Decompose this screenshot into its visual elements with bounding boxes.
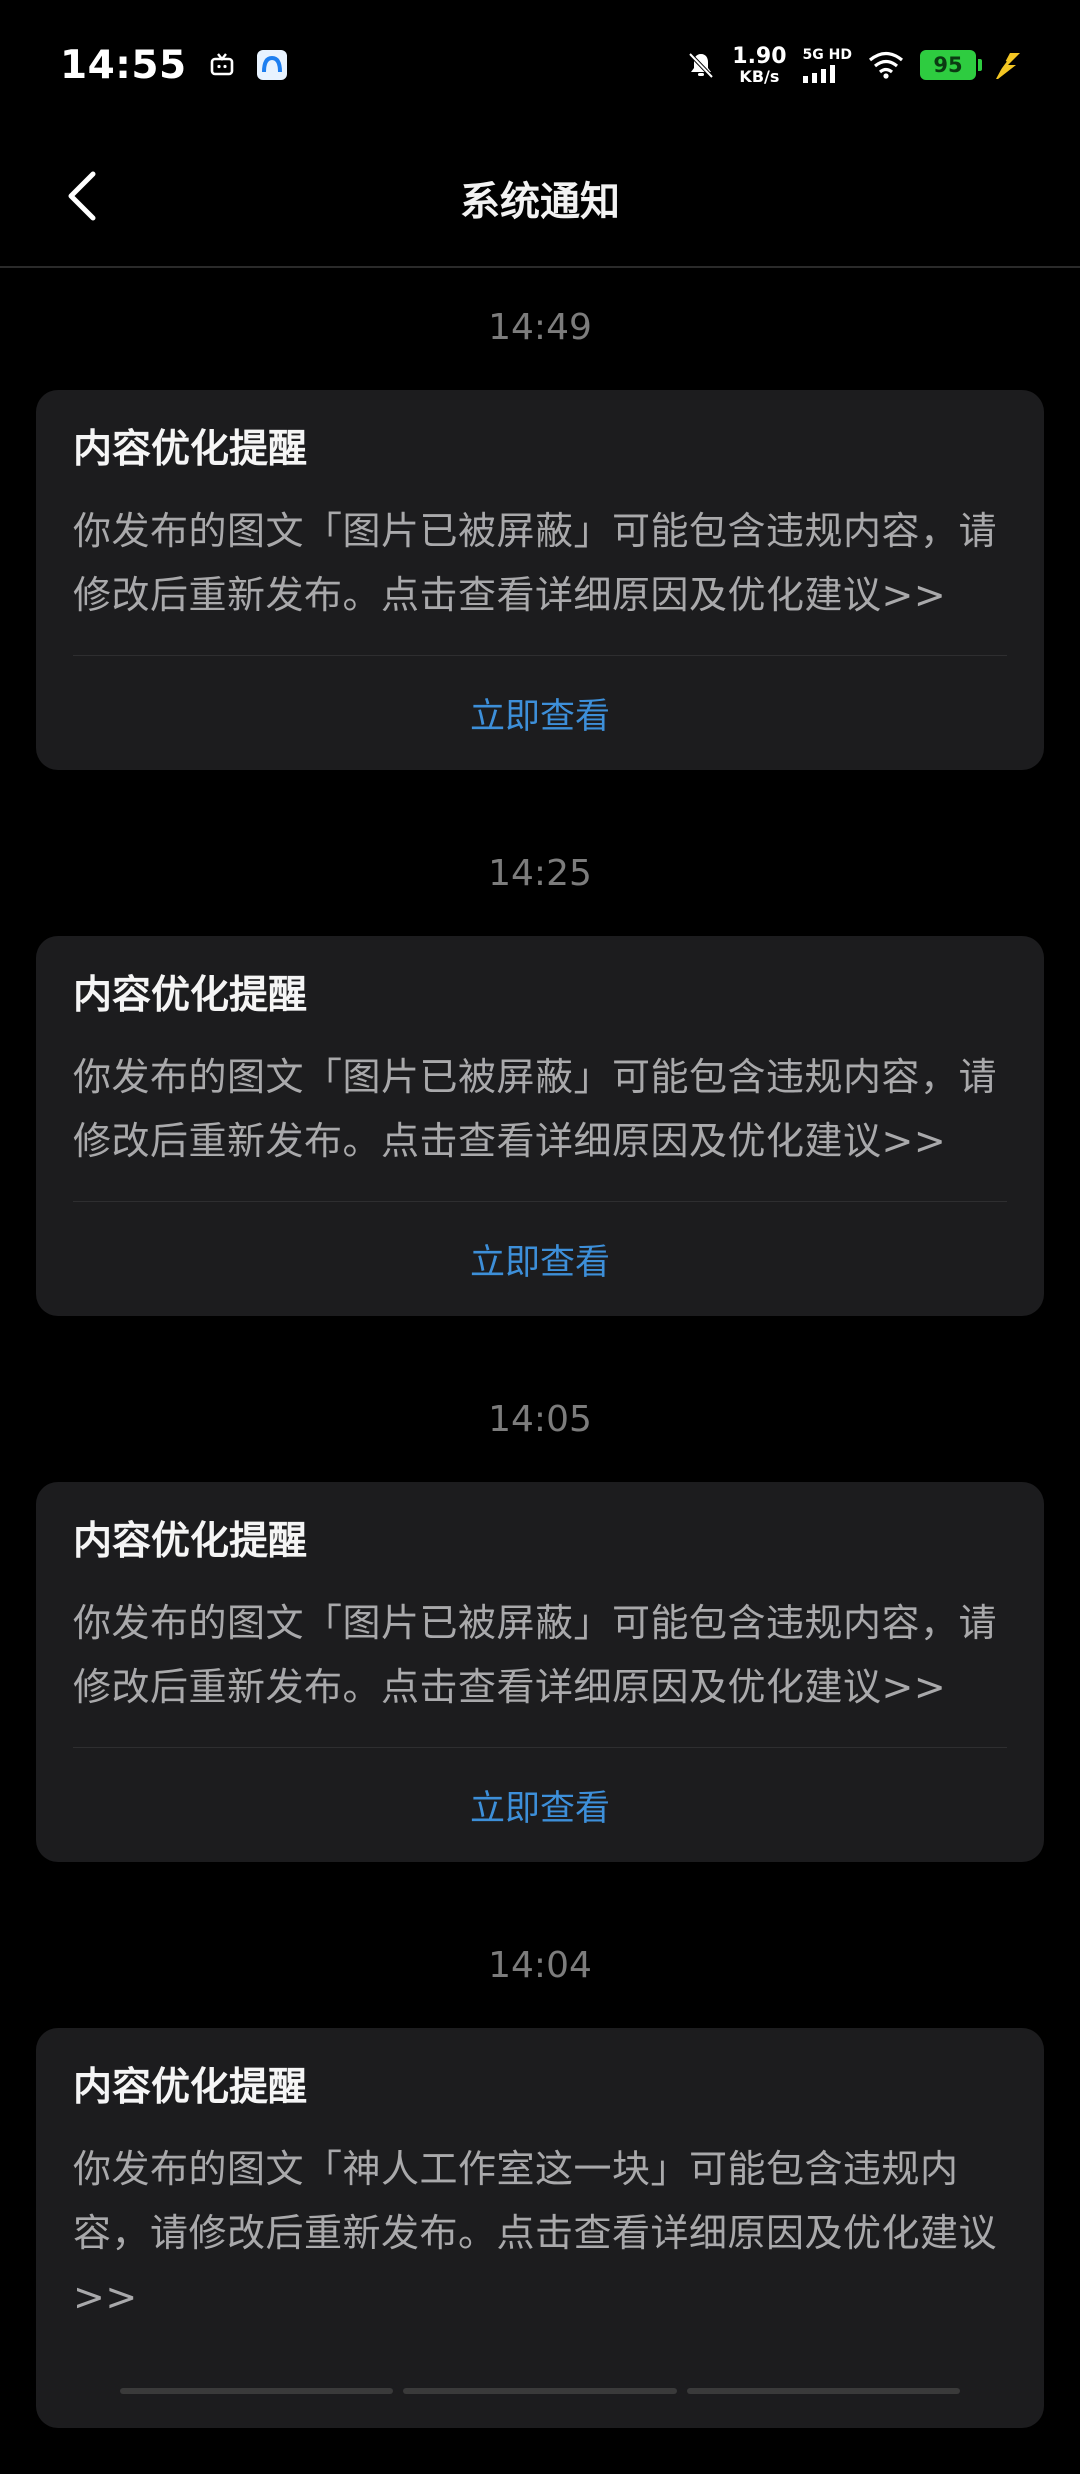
status-right: 1.90 KB/s 5G HD 95 (686, 46, 1022, 85)
status-left: 14:55 (60, 43, 287, 88)
notification-list[interactable]: 14:49 内容优化提醒 你发布的图文「图片已被屏蔽」可能包含违规内容，请修改后… (0, 270, 1080, 2474)
notification-title: 内容优化提醒 (73, 976, 1007, 1015)
notification-body[interactable]: 你发布的图文「神人工作室这一块」可能包含违规内容，请修改后重新发布。点击查看详细… (73, 2137, 1007, 2329)
notification-card[interactable]: 内容优化提醒 你发布的图文「图片已被屏蔽」可能包含违规内容，请修改后重新发布。点… (36, 936, 1044, 1316)
notification-time: 14:25 (0, 816, 1080, 936)
notification-time: 14:05 (0, 1362, 1080, 1482)
wifi-icon (868, 51, 904, 79)
gesture-segment (687, 2388, 960, 2394)
view-now-button[interactable]: 立即查看 (73, 1748, 1007, 1862)
back-button[interactable] (52, 166, 112, 226)
view-now-button[interactable]: 立即查看 (73, 1202, 1007, 1316)
notification-body[interactable]: 你发布的图文「图片已被屏蔽」可能包含违规内容，请修改后重新发布。点击查看详细原因… (73, 1591, 1007, 1719)
notification-card[interactable]: 内容优化提醒 你发布的图文「图片已被屏蔽」可能包含违规内容，请修改后重新发布。点… (36, 1482, 1044, 1862)
gesture-bar (120, 2388, 960, 2394)
net-speed: 1.90 KB/s (732, 46, 786, 85)
notification-title: 内容优化提醒 (73, 2068, 1007, 2107)
chevron-left-icon (65, 170, 99, 222)
notification-title: 内容优化提醒 (73, 430, 1007, 469)
signal-label: 5G HD (803, 48, 852, 62)
nav-header: 系统通知 (0, 130, 1080, 268)
app-icon (257, 50, 287, 80)
notification-title: 内容优化提醒 (73, 1522, 1007, 1561)
status-time: 14:55 (60, 43, 187, 88)
notification-card[interactable]: 内容优化提醒 你发布的图文「图片已被屏蔽」可能包含违规内容，请修改后重新发布。点… (36, 390, 1044, 770)
net-speed-value: 1.90 (732, 46, 786, 68)
battery-level: 95 (933, 53, 962, 77)
gesture-segment (403, 2388, 676, 2394)
status-bar: 14:55 1.90 KB/s (0, 0, 1080, 130)
signal-icon (803, 65, 839, 83)
notification-body[interactable]: 你发布的图文「图片已被屏蔽」可能包含违规内容，请修改后重新发布。点击查看详细原因… (73, 499, 1007, 627)
signal-indicator: 5G HD (803, 48, 852, 83)
mute-icon (686, 50, 716, 80)
charging-icon (992, 49, 1022, 81)
tv-icon (209, 52, 235, 78)
page-title: 系统通知 (460, 169, 620, 227)
notification-body[interactable]: 你发布的图文「图片已被屏蔽」可能包含违规内容，请修改后重新发布。点击查看详细原因… (73, 1045, 1007, 1173)
net-speed-unit: KB/s (739, 69, 779, 85)
notification-card[interactable]: 内容优化提醒 你发布的图文「神人工作室这一块」可能包含违规内容，请修改后重新发布… (36, 2028, 1044, 2428)
view-now-button[interactable]: 立即查看 (73, 656, 1007, 770)
notification-time: 14:04 (0, 1908, 1080, 2028)
battery-icon: 95 (920, 50, 976, 80)
gesture-segment (120, 2388, 393, 2394)
notification-time: 14:49 (0, 270, 1080, 390)
